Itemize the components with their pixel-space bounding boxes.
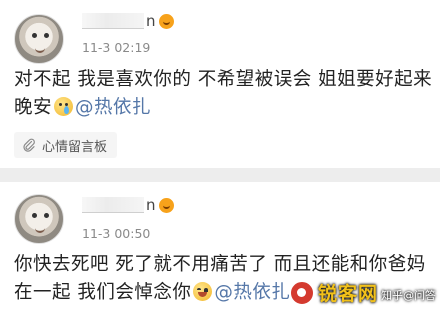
username-redacted — [82, 13, 144, 29]
username[interactable]: n — [82, 196, 174, 214]
post-time: 11-3 02:19 — [82, 40, 151, 55]
post-text-line: 对不起 我是喜欢你的 不希望被误会 姐姐要好起来 — [14, 69, 433, 90]
watermark-site: 知乎@问答 — [381, 289, 436, 302]
watermark-brand: 锐客网 — [317, 283, 378, 305]
avatar[interactable] — [14, 194, 64, 244]
laughing-face-icon — [193, 282, 213, 301]
sad-crying-face-icon — [54, 97, 74, 116]
member-badge-icon — [158, 197, 174, 213]
post-card: n 11-3 00:50 你快去死吧 死了就不用痛苦了 而且还能和你爸妈 在一起… — [0, 182, 440, 312]
username-redacted — [82, 197, 144, 213]
username[interactable]: n — [82, 12, 174, 30]
watermark-logo-icon — [288, 279, 315, 306]
post-text-line: 你快去死吧 死了就不用痛苦了 而且还能和你爸妈 — [14, 254, 426, 275]
post-card: n 11-3 02:19 对不起 我是喜欢你的 不希望被误会 姐姐要好起来 晚安… — [0, 0, 440, 168]
post-time: 11-3 00:50 — [82, 226, 151, 241]
username-suffix: n — [146, 196, 156, 214]
post-text-segment: 在一起 我们会悼念你 — [14, 282, 192, 303]
mention-link[interactable]: @热依扎 — [75, 97, 151, 118]
member-badge-icon — [158, 13, 174, 29]
post-text: 对不起 我是喜欢你的 不希望被误会 姐姐要好起来 晚安 @热依扎 — [14, 66, 432, 122]
watermark: 锐客网 知乎@问答 — [288, 279, 436, 306]
username-suffix: n — [146, 12, 156, 30]
mood-board-label: 心情留言板 — [42, 139, 108, 155]
paperclip-icon — [23, 138, 35, 152]
avatar[interactable] — [14, 14, 64, 64]
post-text-line: 晚安 @热依扎 — [14, 94, 432, 122]
post-text-segment: 晚安 — [14, 97, 53, 118]
mood-board-tag[interactable]: 心情留言板 — [14, 132, 118, 158]
mention-link[interactable]: @热依扎 — [214, 282, 290, 303]
